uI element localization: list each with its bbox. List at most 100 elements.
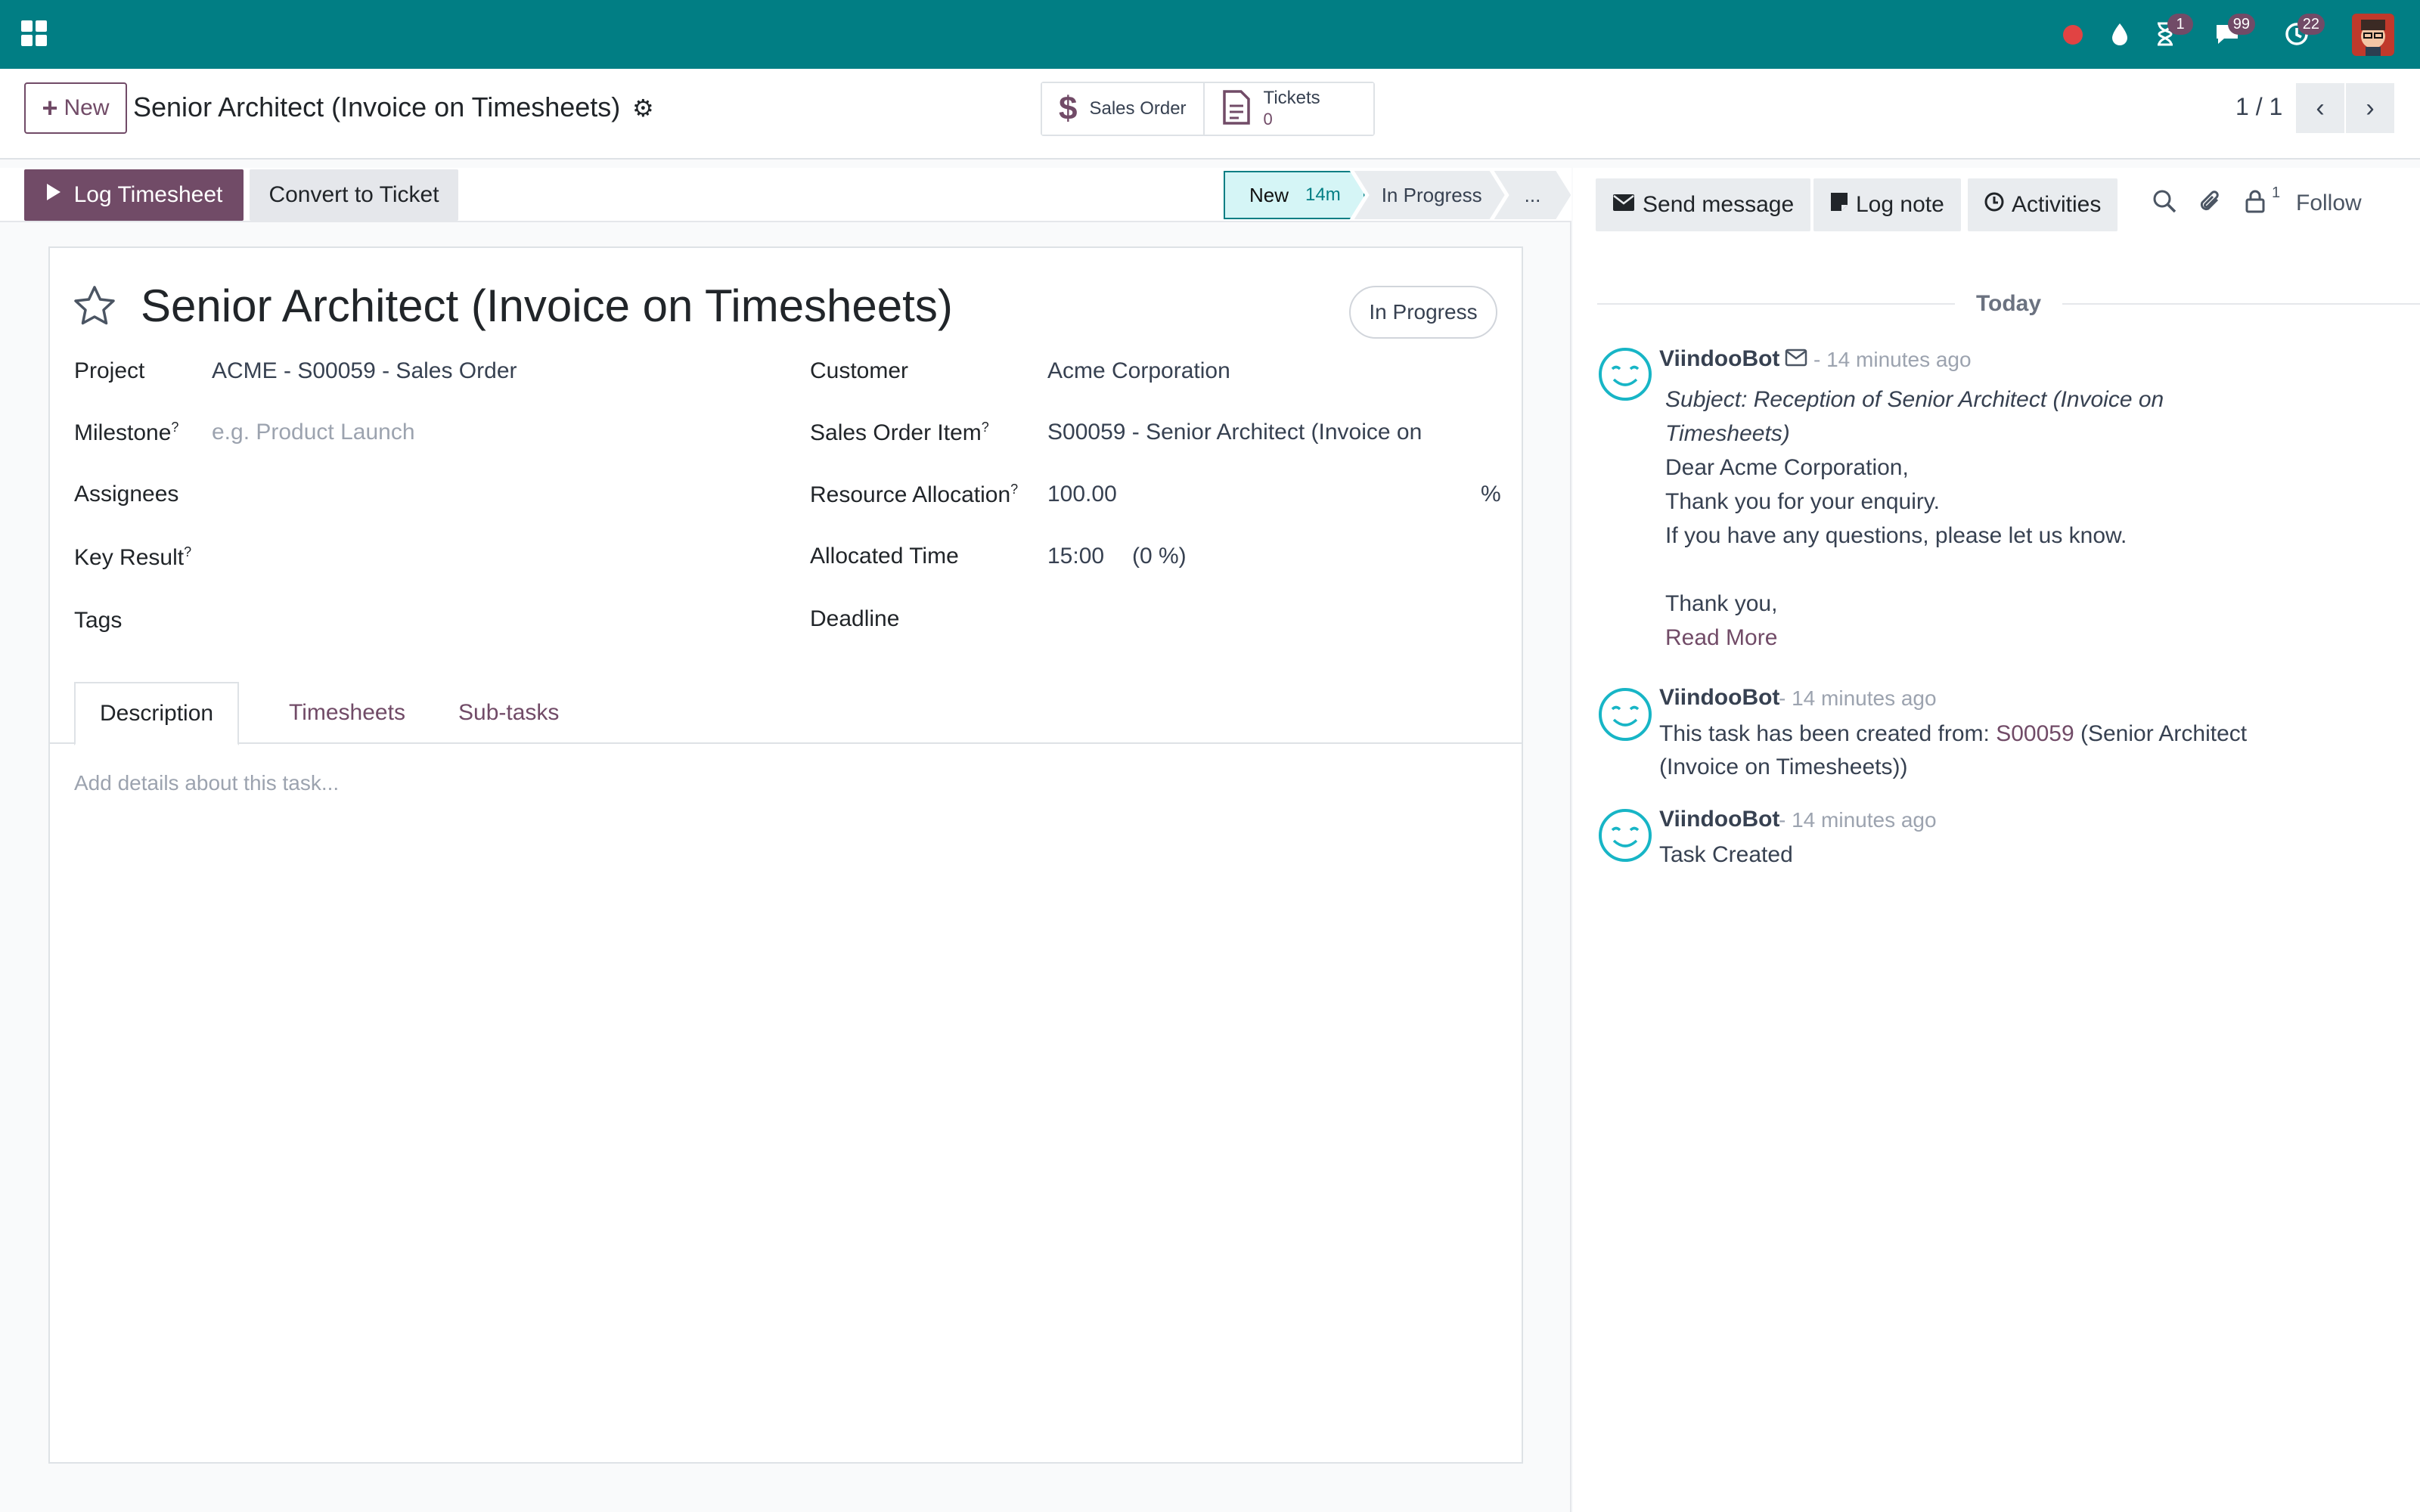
project-field[interactable]: ACME - S00059 - Sales Order (212, 358, 517, 384)
pager-next-button[interactable]: › (2346, 83, 2394, 133)
sales-order-smart-button[interactable]: $ Sales Order (1042, 83, 1203, 135)
help-mark[interactable]: ? (1010, 482, 1018, 497)
tab-sub-tasks[interactable]: Sub-tasks (434, 682, 583, 744)
tab-timesheets[interactable]: Timesheets (265, 682, 430, 744)
allocated-time-field[interactable]: 15:00 (1047, 544, 1104, 569)
breadcrumb-title: Senior Architect (Invoice on Timesheets) (133, 91, 621, 122)
activities-hourglass-icon[interactable]: 1 (2148, 14, 2193, 51)
allocated-time-label: Allocated Time (810, 544, 959, 569)
milestone-label-text: Milestone (74, 420, 172, 445)
message-line: If you have any questions, please let us… (1665, 523, 2127, 548)
help-mark[interactable]: ? (982, 420, 989, 435)
tab-description[interactable]: Description (74, 682, 240, 745)
tags-field[interactable] (212, 602, 741, 635)
resource-allocation-label-text: Resource Allocation (810, 482, 1011, 507)
stage-more[interactable]: ... (1494, 171, 1571, 219)
date-separator-label: Today (1975, 291, 2042, 316)
message-author[interactable]: ViindooBot (1659, 685, 1779, 711)
bot-avatar-icon[interactable] (1597, 686, 1653, 742)
sales-order-item-label: Sales Order Item? (810, 420, 989, 446)
new-button[interactable]: + New (24, 82, 127, 134)
task-title[interactable]: Senior Architect (Invoice on Timesheets) (141, 280, 953, 332)
allocated-time-percentage: (0 %) (1132, 544, 1187, 569)
droplet-icon[interactable] (2102, 17, 2137, 51)
stage-new[interactable]: New 14m (1224, 171, 1365, 219)
send-message-button[interactable]: Send message (1596, 178, 1811, 231)
history-icon[interactable]: 22 (2279, 14, 2325, 51)
message-date: - 14 minutes ago (1813, 348, 1972, 371)
sales-order-item-label-text: Sales Order Item (810, 420, 982, 445)
apps-menu-icon[interactable] (21, 20, 47, 46)
search-icon[interactable] (2152, 189, 2176, 219)
notebook-tabs: Description Timesheets Sub-tasks (48, 680, 1523, 745)
message-line: Thank you, (1665, 591, 1778, 616)
help-mark[interactable]: ? (171, 420, 178, 435)
clock-icon (1984, 192, 2004, 218)
customer-field[interactable]: Acme Corporation (1047, 358, 1230, 384)
message-author[interactable]: ViindooBot (1659, 346, 1779, 372)
stage-in-progress-label: In Progress (1381, 183, 1482, 206)
stage-new-label: New (1249, 183, 1289, 206)
messages-icon[interactable]: 99 (2210, 14, 2255, 51)
stage-in-progress[interactable]: In Progress (1354, 171, 1505, 219)
message-text: This task has been created from: (1659, 721, 1996, 746)
smart-buttons: $ Sales Order Tickets 0 (1041, 82, 1375, 136)
assignees-label: Assignees (74, 482, 179, 507)
user-avatar[interactable] (2352, 14, 2394, 56)
assignees-field[interactable] (212, 476, 741, 510)
message-date: - 14 minutes ago (1779, 808, 1937, 832)
new-button-label: New (64, 95, 110, 120)
message-line: Thank you for your enquiry. (1665, 489, 1940, 514)
resource-allocation-field[interactable]: 100.00 (1047, 482, 1117, 507)
message-author[interactable]: ViindooBot (1659, 807, 1779, 832)
task-state-badge[interactable]: In Progress (1349, 286, 1497, 339)
note-icon (1830, 192, 1848, 218)
statusbar: Log Timesheet Convert to Ticket New 14m … (0, 168, 1571, 222)
stage-more-label: ... (1524, 183, 1541, 206)
star-icon[interactable] (73, 284, 116, 328)
pager-previous-button[interactable]: ‹ (2296, 83, 2344, 133)
message-text: (Invoice on Timesheets)) (1659, 754, 1908, 779)
help-mark[interactable]: ? (184, 544, 191, 559)
resource-allocation-unit: % (1481, 482, 1501, 507)
deadline-label: Deadline (810, 606, 900, 631)
date-separator: Today (1597, 289, 2420, 319)
recording-indicator-icon[interactable] (2063, 25, 2083, 45)
followers-lock-icon[interactable] (2245, 189, 2266, 219)
plus-icon: + (42, 92, 58, 123)
sales-order-item-field[interactable]: S00059 - Senior Architect (Invoice on (1047, 420, 1422, 445)
description-editor[interactable]: Add details about this task... (74, 771, 339, 795)
project-label: Project (74, 358, 145, 383)
convert-to-ticket-button[interactable]: Convert to Ticket (250, 169, 458, 221)
bot-avatar-icon[interactable] (1597, 346, 1653, 402)
sales-order-label: Sales Order (1089, 98, 1187, 119)
activities-button[interactable]: Activities (1968, 178, 2118, 231)
chatter-panel: Send message Log note Activities 1 Follo… (1573, 168, 2420, 1512)
message-date: - 14 minutes ago (1779, 686, 1937, 710)
log-note-label: Log note (1856, 192, 1944, 217)
log-timesheet-button[interactable]: Log Timesheet (24, 169, 244, 221)
follow-button[interactable]: Follow (2296, 191, 2362, 216)
pager-value[interactable]: 1 / 1 (2235, 93, 2282, 121)
key-result-field[interactable] (212, 538, 741, 572)
send-message-label: Send message (1643, 192, 1795, 217)
stage-pipeline: New 14m In Progress ... (1224, 171, 1560, 219)
read-more-link[interactable]: Read More (1665, 621, 1777, 655)
sale-order-link[interactable]: S00059 (1996, 721, 2074, 746)
resource-allocation-label: Resource Allocation? (810, 482, 1018, 508)
document-icon (1221, 89, 1252, 129)
customer-label: Customer (810, 358, 909, 383)
message-line: Dear Acme Corporation, (1665, 455, 1909, 480)
gear-icon[interactable]: ⚙ (632, 94, 654, 122)
log-timesheet-label: Log Timesheet (73, 182, 223, 207)
bot-avatar-icon[interactable] (1597, 807, 1653, 863)
messages-badge: 99 (2227, 14, 2255, 35)
log-note-button[interactable]: Log note (1813, 178, 1961, 231)
deadline-field[interactable] (1047, 600, 1501, 634)
milestone-field[interactable]: e.g. Product Launch (212, 420, 415, 445)
tickets-smart-button[interactable]: Tickets 0 (1202, 83, 1373, 135)
key-result-label-text: Key Result (74, 545, 185, 570)
top-navbar: 1 99 22 (0, 0, 2420, 69)
message-body: This task has been created from: S00059 … (1659, 717, 2340, 751)
paperclip-icon[interactable] (2199, 189, 2223, 221)
